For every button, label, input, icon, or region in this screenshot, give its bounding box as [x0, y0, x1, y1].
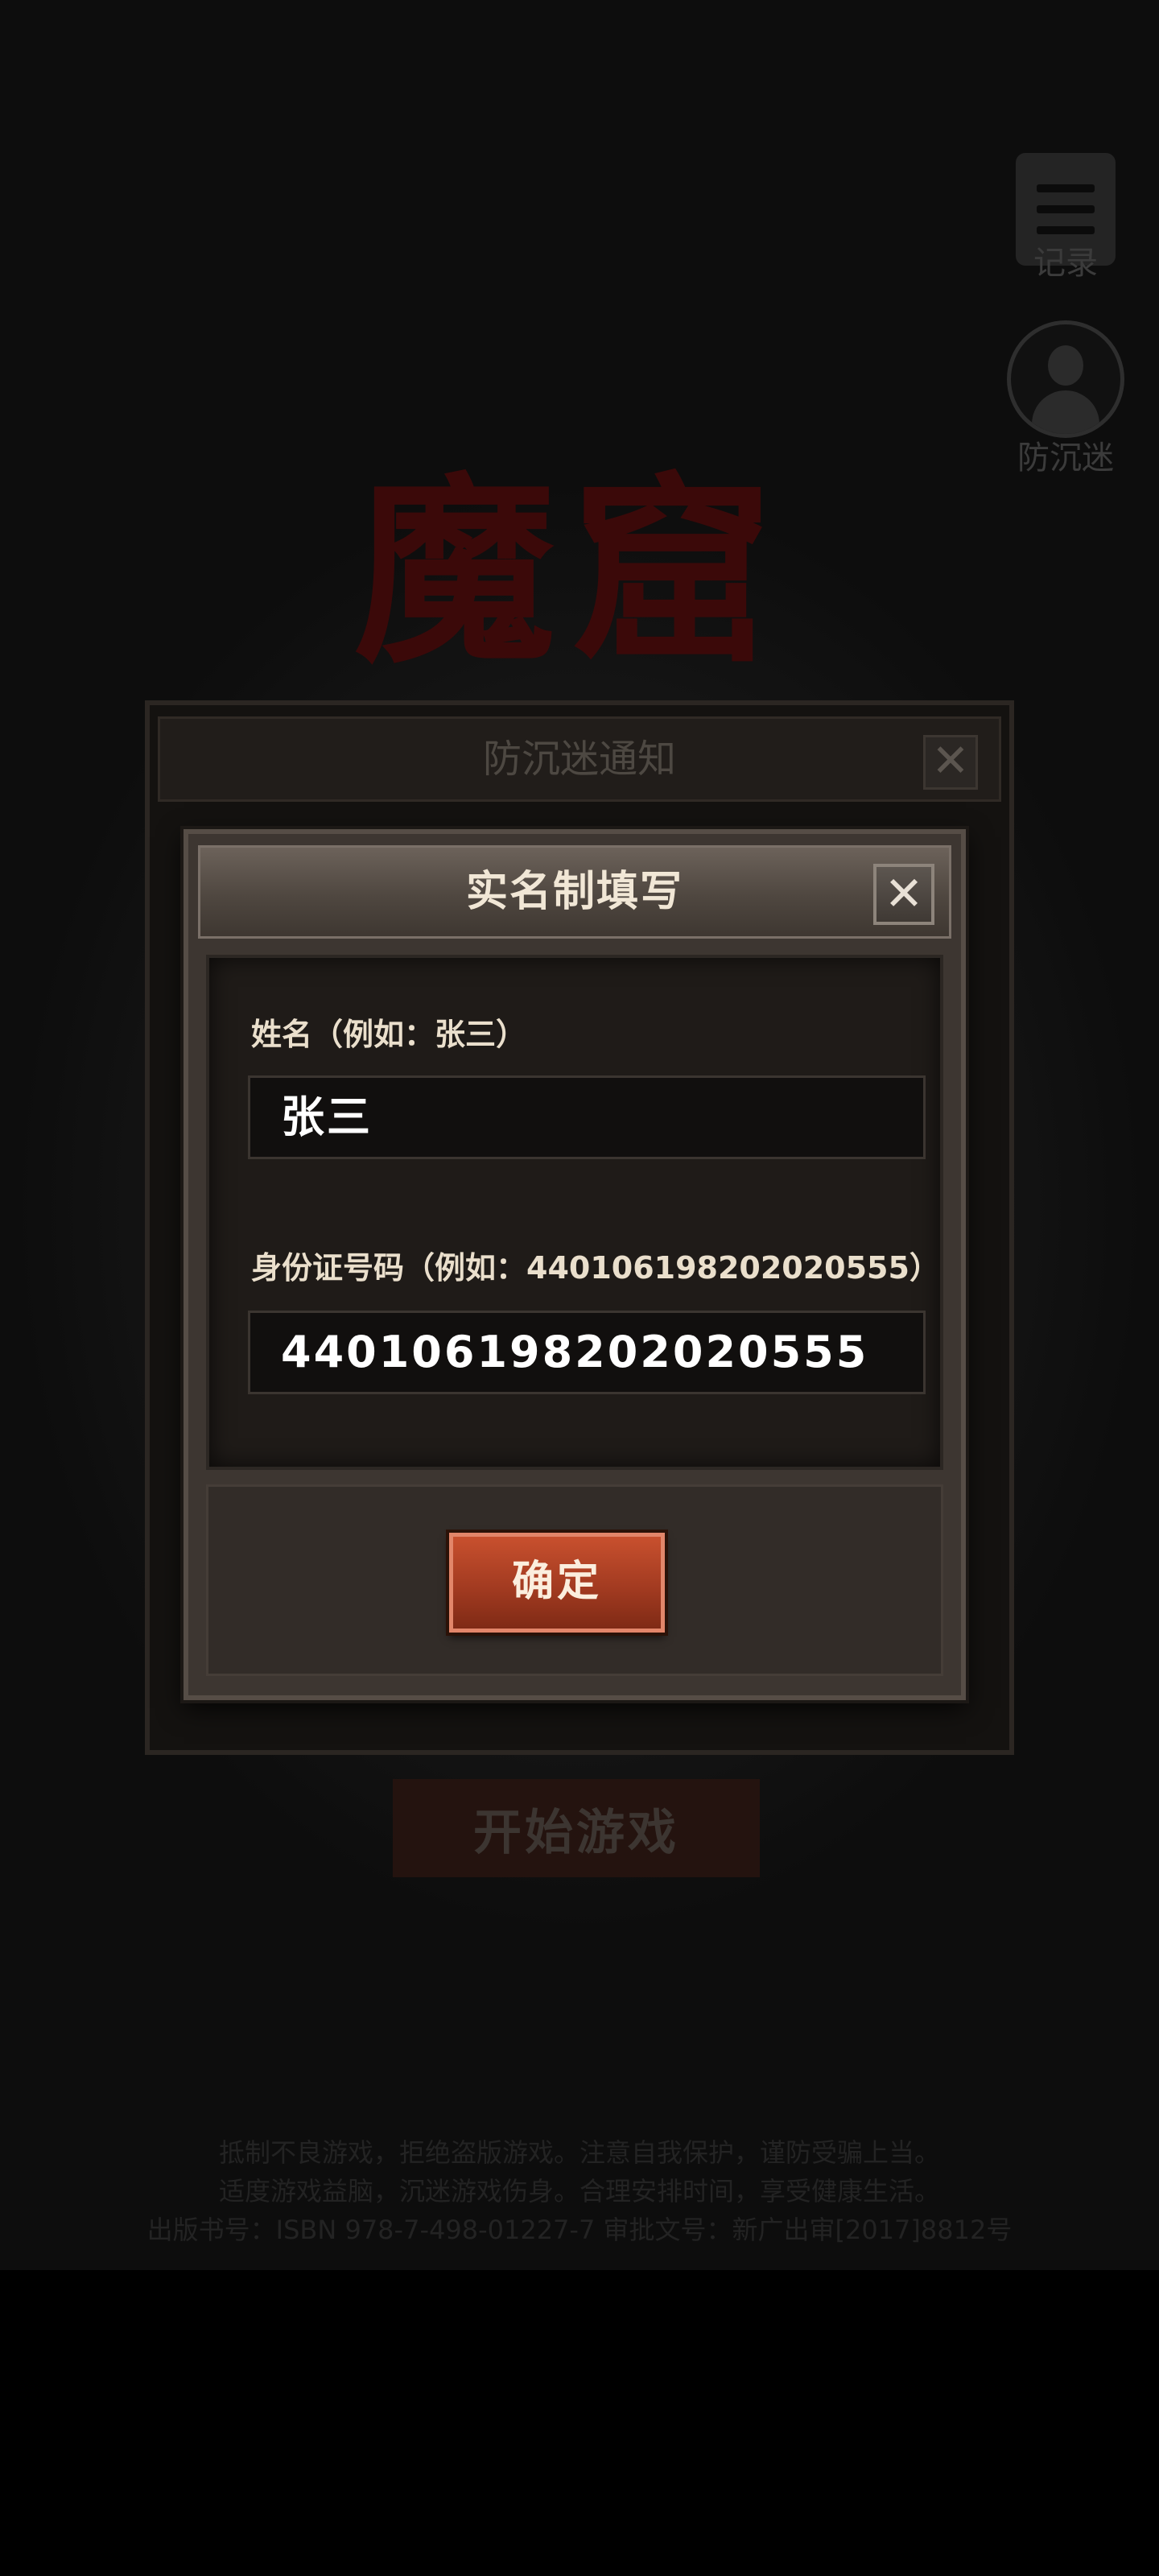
- anti-addiction-button[interactable]: 防沉迷: [1006, 320, 1125, 478]
- realname-dialog-title: 实名制填写: [465, 868, 683, 916]
- legal-line: 出版书号：ISBN 978-7-498-01227-7 审批文号：新广出审[20…: [146, 2215, 1013, 2245]
- records-button[interactable]: 记录: [1016, 153, 1116, 283]
- legal-line: 抵制不良游戏，拒绝盗版游戏。注意自我保护，谨防受骗上当。: [218, 2137, 940, 2168]
- name-field-label: 姓名（例如：张三）: [251, 1017, 527, 1052]
- anti-addiction-label: 防沉迷: [1017, 440, 1114, 477]
- bottom-blank-area: [0, 2270, 1159, 2576]
- start-game-button: 开始游戏: [393, 1779, 760, 1877]
- confirm-button[interactable]: 确定: [449, 1533, 665, 1633]
- close-icon[interactable]: ✕: [923, 735, 978, 790]
- records-label: 记录: [1033, 245, 1098, 282]
- realname-form: 姓名（例如：张三） 张三 身份证号码（例如：440106198202020555…: [206, 955, 943, 1470]
- id-number-field-label: 身份证号码（例如：440106198202020555）: [251, 1250, 940, 1286]
- close-icon[interactable]: ✕: [873, 864, 934, 925]
- legal-line: 适度游戏益脑，沉迷游戏伤身。合理安排时间，享受健康生活。: [218, 2176, 940, 2207]
- realname-dialog-header: 实名制填写 ✕: [198, 845, 951, 939]
- id-number-input[interactable]: 440106198202020555: [248, 1311, 926, 1394]
- legal-notice: 抵制不良游戏，拒绝盗版游戏。注意自我保护，谨防受骗上当。 适度游戏益脑，沉迷游戏…: [97, 2133, 1062, 2249]
- notice-dialog-header: 防沉迷通知 ✕: [158, 716, 1001, 802]
- name-input[interactable]: 张三: [248, 1075, 926, 1159]
- game-logo: 魔窟: [354, 453, 789, 690]
- notice-dialog-title: 防沉迷通知: [482, 737, 676, 782]
- user-avatar-icon: [1007, 320, 1124, 438]
